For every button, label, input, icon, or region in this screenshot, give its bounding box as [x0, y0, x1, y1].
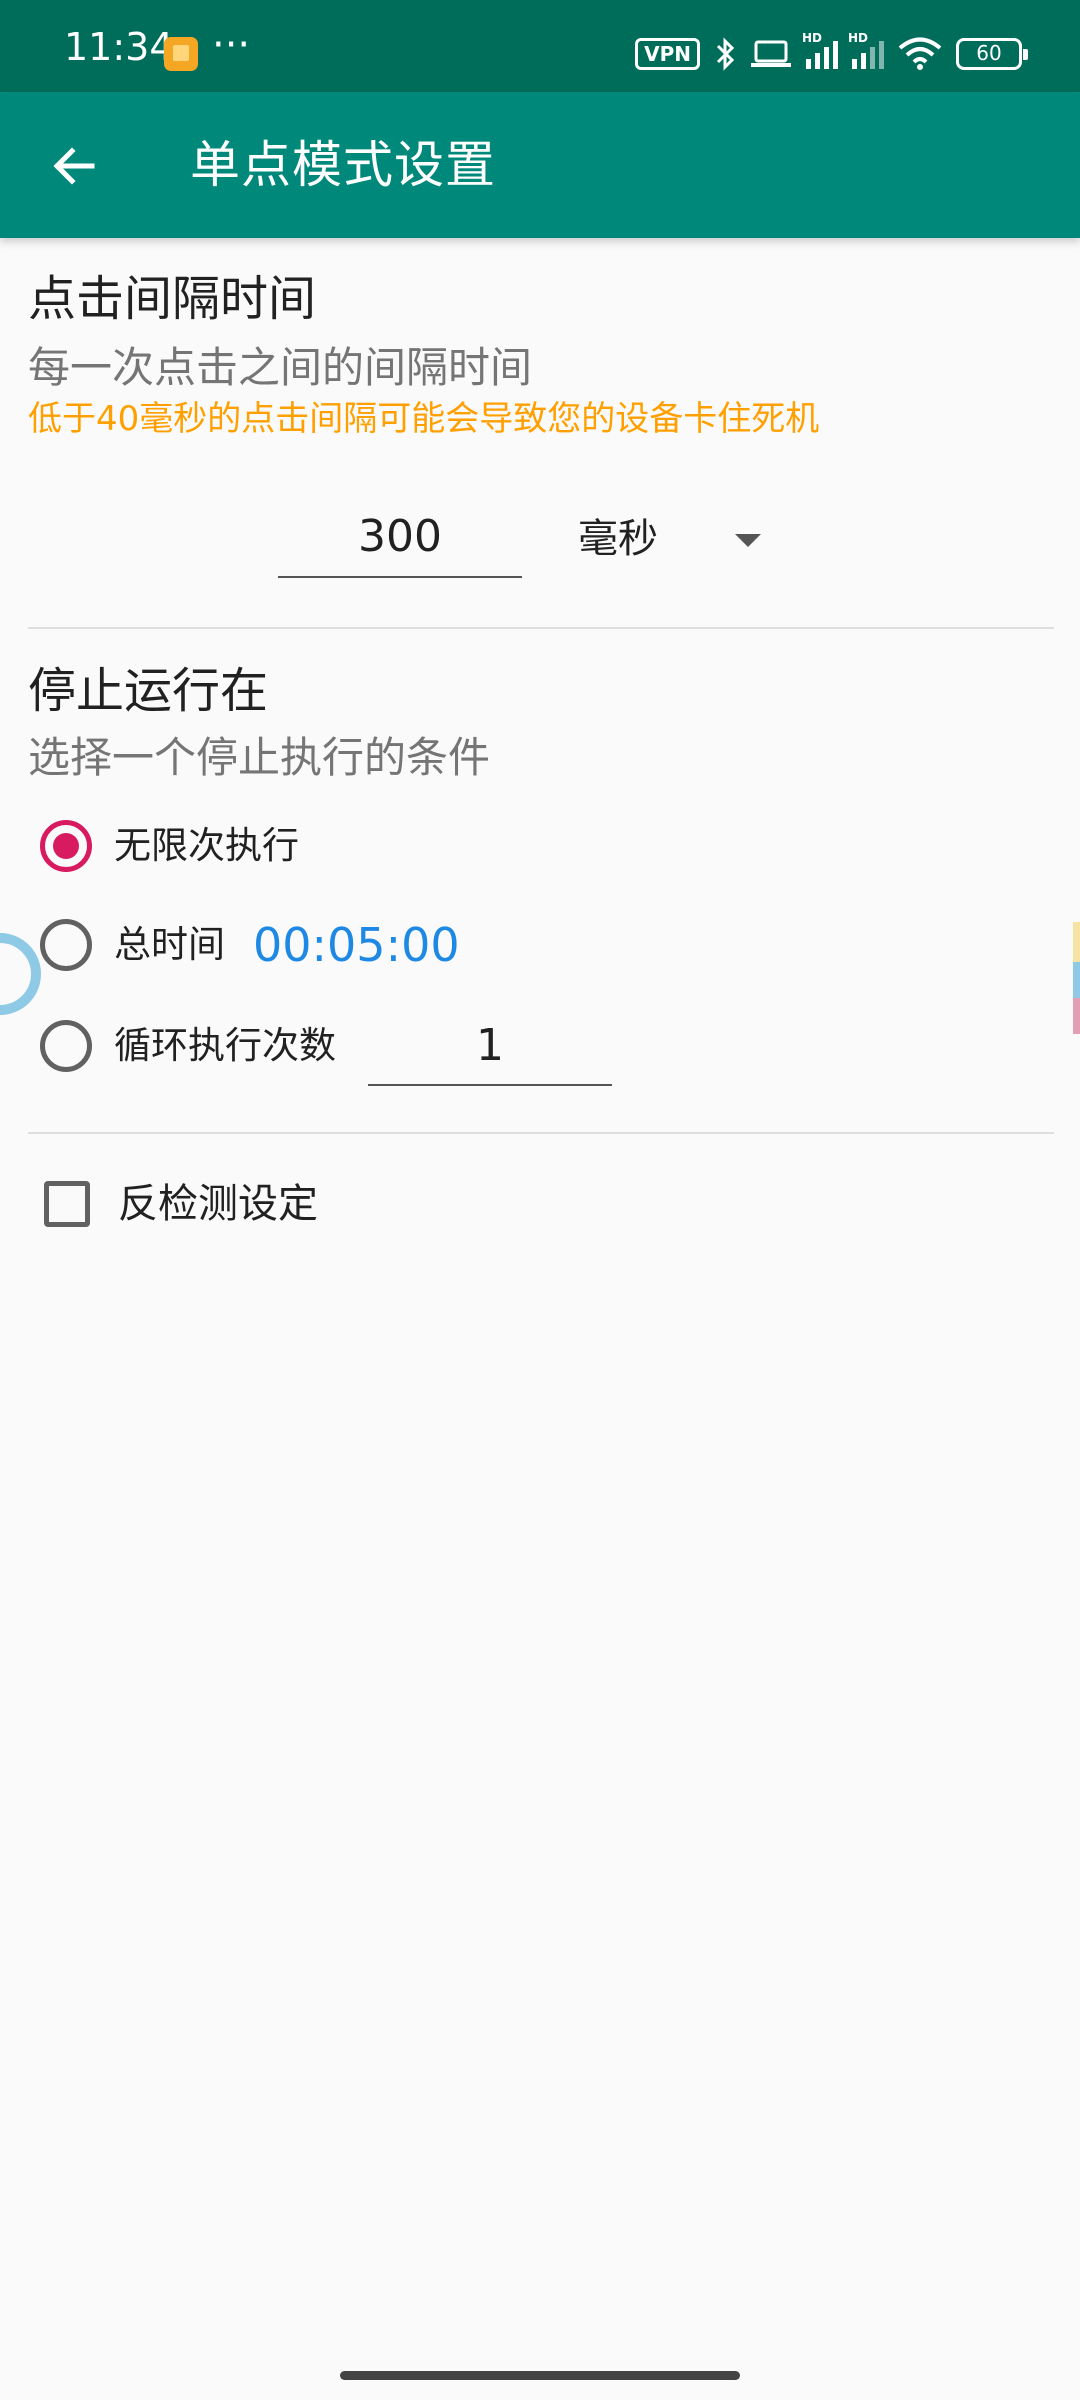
checkbox[interactable] — [44, 1181, 90, 1227]
edge-handle-yellow[interactable] — [1073, 922, 1080, 962]
more-notifications-icon: ··· — [212, 22, 251, 68]
edge-handle-blue[interactable] — [1073, 962, 1080, 998]
status-bar: 11:34 ··· VPN HD HD 60 — [0, 0, 1080, 92]
wifi-icon — [898, 37, 942, 70]
total-time-value[interactable]: 00:05:00 — [253, 917, 460, 973]
divider — [28, 1132, 1054, 1134]
radio-label: 总时间 — [114, 923, 225, 966]
notification-app-icon — [164, 37, 198, 71]
radio-label: 循环执行次数 — [114, 1024, 336, 1067]
stop-condition-title: 停止运行在 — [28, 663, 269, 719]
signal-icon-2: HD — [848, 31, 884, 69]
page-title: 单点模式设置 — [190, 136, 496, 194]
floating-control-icon[interactable] — [0, 930, 44, 1018]
radio-option-loop-count[interactable]: 循环执行次数 — [40, 1008, 336, 1084]
app-bar: 单点模式设置 — [0, 92, 1080, 238]
status-icons: VPN HD HD 60 — [635, 30, 1028, 78]
anti-detect-label: 反检测设定 — [118, 1181, 318, 1227]
divider — [28, 627, 1054, 629]
bluetooth-icon — [716, 37, 735, 71]
signal-icon-1: HD — [802, 31, 838, 69]
status-time: 11:34 — [64, 25, 174, 69]
unit-dropdown[interactable]: 毫秒 — [578, 504, 778, 574]
loop-count-input[interactable]: 1 — [368, 1010, 612, 1086]
radio-option-total-time[interactable]: 总时间 00:05:00 — [40, 907, 460, 983]
anti-detect-option[interactable]: 反检测设定 — [44, 1166, 318, 1242]
click-interval-subtitle: 每一次点击之间的间隔时间 — [28, 343, 533, 392]
dropdown-arrow-icon — [735, 534, 761, 547]
gesture-navigation-bar[interactable] — [340, 2371, 740, 2380]
click-interval-warning: 低于40毫秒的点击间隔可能会导致您的设备卡住死机 — [28, 399, 820, 439]
radio-button-selected[interactable] — [40, 820, 92, 872]
radio-button[interactable] — [40, 919, 92, 971]
arrow-left-icon — [53, 147, 95, 185]
laptop-icon — [751, 40, 791, 67]
click-interval-title: 点击间隔时间 — [28, 271, 317, 327]
edge-handle-pink[interactable] — [1073, 998, 1080, 1034]
unit-label: 毫秒 — [578, 516, 658, 562]
radio-button[interactable] — [40, 1020, 92, 1072]
battery-icon: 60 — [956, 38, 1028, 70]
interval-input[interactable]: 300 — [278, 500, 522, 578]
hd-label: HD — [802, 31, 823, 45]
radio-label: 无限次执行 — [114, 824, 299, 867]
stop-condition-subtitle: 选择一个停止执行的条件 — [28, 733, 491, 782]
radio-option-infinite[interactable]: 无限次执行 — [40, 808, 299, 884]
hd-label: HD — [848, 31, 869, 45]
vpn-icon: VPN — [635, 38, 700, 70]
back-button[interactable] — [38, 130, 110, 202]
